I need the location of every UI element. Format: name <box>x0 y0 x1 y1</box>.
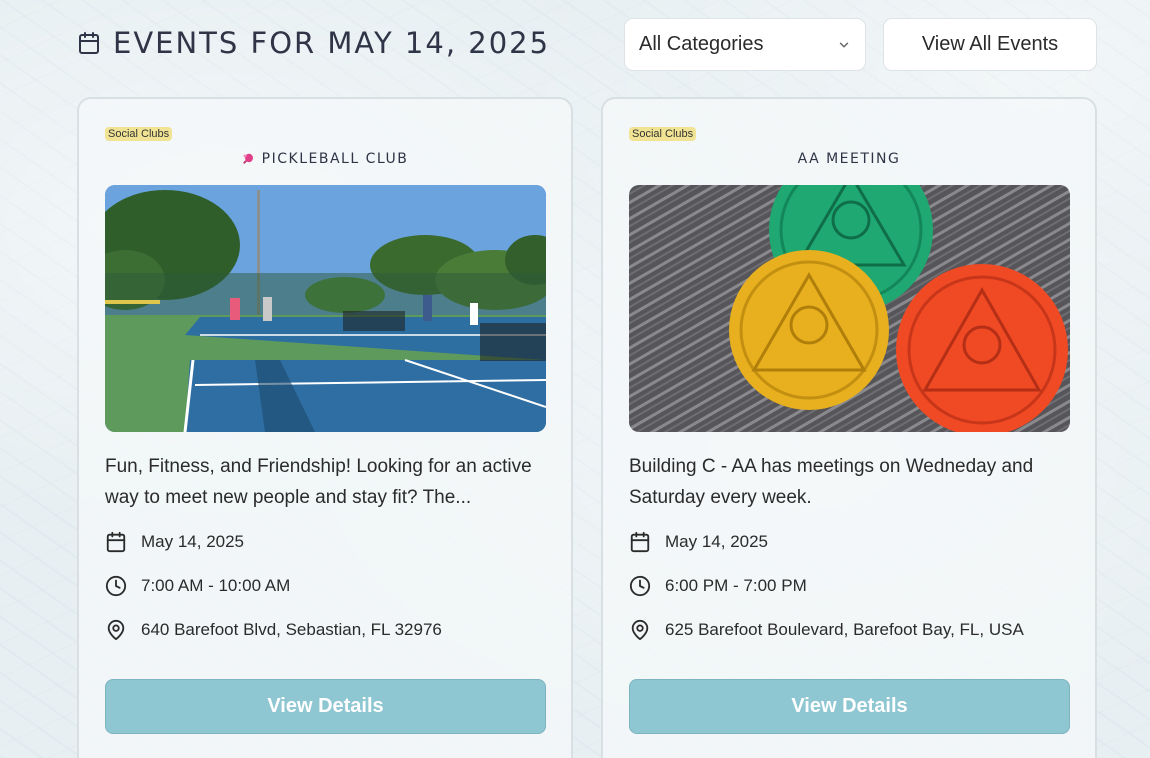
event-title[interactable]: Pickleball Club <box>79 151 571 167</box>
event-title-text: Pickleball Club <box>261 151 409 167</box>
map-pin-icon <box>629 619 651 641</box>
event-location: 625 Barefoot Boulevard, Barefoot Bay, FL… <box>665 620 1024 639</box>
view-all-events-button[interactable]: View All Events <box>883 18 1097 71</box>
calendar-icon <box>629 531 651 553</box>
pickleball-courts-photo <box>105 185 546 432</box>
clock-icon <box>629 575 651 597</box>
view-details-button[interactable]: View Details <box>629 679 1070 734</box>
pickleball-paddle-icon <box>242 153 254 165</box>
calendar-icon <box>105 531 127 553</box>
event-card: Social Clubs AA Meeting <box>601 97 1097 758</box>
event-time-row: 6:00 PM - 7:00 PM <box>629 575 807 597</box>
page-title: Events for May 14, 2025 <box>113 26 551 60</box>
event-title-text: AA Meeting <box>797 151 901 167</box>
category-badge: Social Clubs <box>105 127 173 141</box>
event-title[interactable]: AA Meeting <box>603 151 1095 167</box>
category-badge: Social Clubs <box>629 127 697 141</box>
events-header: Events for May 14, 2025 All Categories V… <box>0 0 1150 90</box>
clock-icon <box>105 575 127 597</box>
event-description: Building C - AA has meetings on Wedneday… <box>629 456 1034 508</box>
event-date: May 14, 2025 <box>141 532 245 551</box>
event-time-row: 7:00 AM - 10:00 AM <box>105 575 290 597</box>
calendar-icon <box>77 31 101 55</box>
page-title-wrap: Events for May 14, 2025 <box>77 26 550 60</box>
category-select[interactable]: All Categories <box>624 18 866 71</box>
event-time: 7:00 AM - 10:00 AM <box>141 576 291 595</box>
category-select-value: All Categories <box>639 33 764 55</box>
event-location: 640 Barefoot Blvd, Sebastian, FL 32976 <box>141 620 442 639</box>
event-date-row: May 14, 2025 <box>105 531 244 553</box>
view-details-button[interactable]: View Details <box>105 679 546 734</box>
event-date: May 14, 2025 <box>665 532 769 551</box>
map-pin-icon <box>105 619 127 641</box>
event-location-row: 640 Barefoot Blvd, Sebastian, FL 32976 <box>105 619 442 641</box>
event-description: Fun, Fitness, and Friendship! Looking fo… <box>105 456 532 508</box>
chevron-down-icon <box>837 38 851 52</box>
recovery-coins-photo <box>629 185 1070 432</box>
event-time: 6:00 PM - 7:00 PM <box>665 576 807 595</box>
event-location-row: 625 Barefoot Boulevard, Barefoot Bay, FL… <box>629 619 1024 641</box>
event-date-row: May 14, 2025 <box>629 531 768 553</box>
event-card: Social Clubs Pickleball Club <box>77 97 573 758</box>
